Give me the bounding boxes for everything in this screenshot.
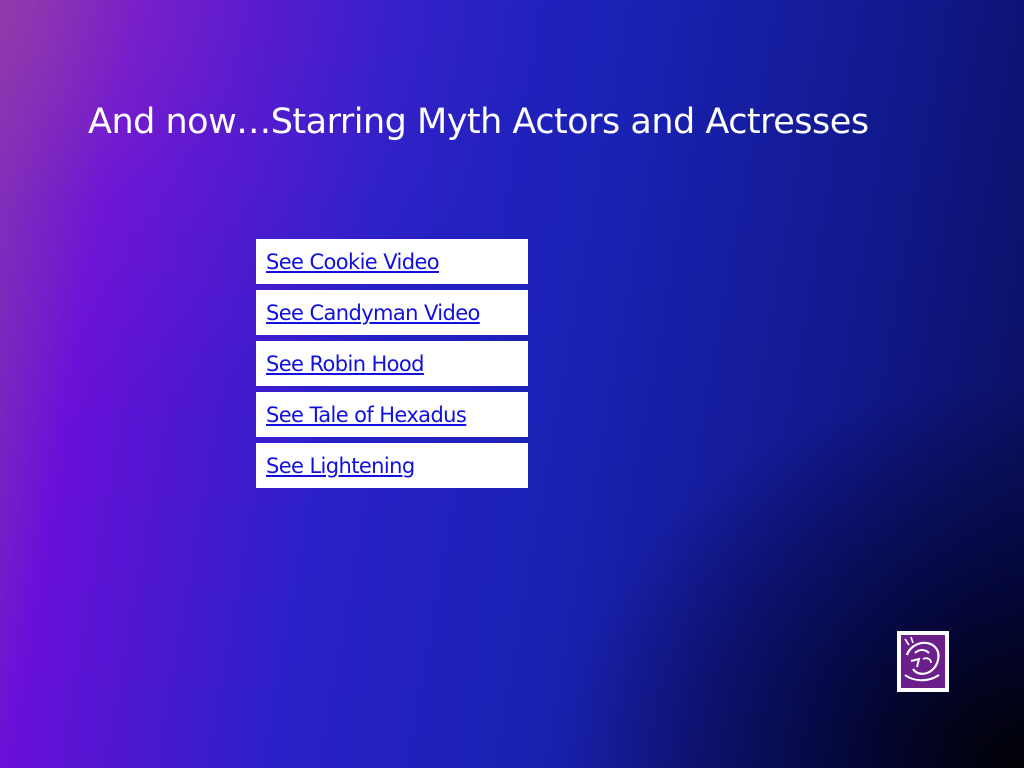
action-button-icon-face [901,635,945,688]
link-box-tale-of-hexadus: See Tale of Hexadus [256,392,528,437]
slide-title: And now…Starring Myth Actors and Actress… [88,102,869,142]
link-box-candyman-video: See Candyman Video [256,290,528,335]
link-robin-hood[interactable]: See Robin Hood [266,352,425,376]
link-box-cookie-video: See Cookie Video [256,239,528,284]
link-lightening[interactable]: See Lightening [266,454,415,478]
link-box-lightening: See Lightening [256,443,528,488]
stylized-face-icon [904,636,940,682]
link-cookie-video[interactable]: See Cookie Video [266,250,440,274]
action-button-icon[interactable] [897,631,949,692]
video-link-list: See Cookie Video See Candyman Video See … [256,239,528,494]
link-candyman-video[interactable]: See Candyman Video [266,301,480,325]
link-tale-of-hexadus[interactable]: See Tale of Hexadus [266,403,467,427]
link-box-robin-hood: See Robin Hood [256,341,528,386]
